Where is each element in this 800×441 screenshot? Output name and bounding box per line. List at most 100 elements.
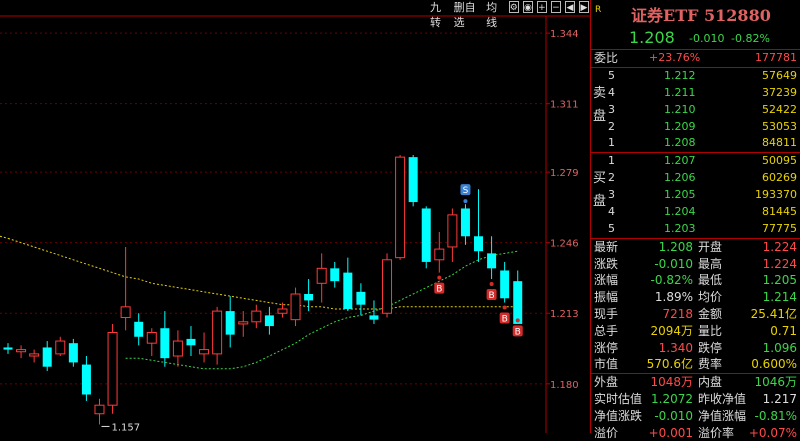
low-annotation-label: 1.157 (111, 422, 140, 433)
y-tick-label: 1.311 (550, 100, 579, 111)
candle-body (487, 253, 497, 269)
bid-row: 3 1.205 193370 (591, 187, 800, 204)
stat-label: 跌停 (698, 340, 723, 355)
candle-body (212, 310, 223, 355)
candle-body (382, 259, 393, 314)
candle-body (186, 338, 196, 346)
stat-label: 最高 (698, 256, 723, 271)
stat-label: 外盘 (594, 375, 619, 390)
ask-volume: 37239 (762, 85, 797, 99)
stat-value: 1.89% (654, 290, 693, 305)
ask-row: 3 1.210 52422 (591, 102, 800, 119)
bid-row: 2 1.206 60269 (591, 170, 800, 187)
ask-volume: 57649 (762, 68, 797, 82)
stat-row: 实时估值 1.2072 昨收净值 1.217 (591, 391, 800, 408)
ask-row: 2 1.209 53053 (591, 119, 800, 136)
buy-marker-dot (489, 282, 494, 287)
weibi-diff: 177781 (755, 51, 797, 64)
ma-yellow-lead (0, 235, 9, 239)
zoom-in-icon[interactable]: + (536, 1, 547, 13)
candle-body (251, 310, 262, 323)
candle-body (172, 340, 183, 357)
ask-level: 2 (608, 119, 615, 133)
security-title: 证券ETF 512880 (631, 6, 771, 25)
buy-marker-label: B (488, 291, 494, 301)
stat-value: 0.600% (751, 357, 797, 372)
candle-body (304, 294, 314, 301)
stat-label: 净值涨跌 (594, 408, 643, 423)
stat-label: 现手 (594, 306, 619, 321)
scroll-left-icon[interactable]: ◀ (564, 1, 575, 13)
candle-body (434, 248, 445, 261)
candle-body (225, 311, 235, 335)
remove-watchlist-button[interactable]: 删自选 (452, 0, 482, 29)
buy-marker-label: B (436, 285, 442, 295)
scroll-right-icon[interactable]: ▶ (579, 1, 590, 13)
stat-row: 净值涨跌 -0.010 净值涨幅 -0.81% (591, 408, 800, 425)
ask-price: 1.208 (664, 136, 696, 150)
ask-level: 1 (608, 136, 615, 150)
stat-value: 25.41亿 (750, 306, 797, 321)
stat-value: 1046万 (754, 375, 797, 390)
stat-row: 市值 570.6亿 费率 0.600% (591, 356, 800, 375)
stat-label: 费率 (698, 357, 723, 372)
candle-body (3, 347, 13, 350)
ask-level: 4 (608, 85, 615, 99)
stat-value: 1.2072 (651, 391, 693, 406)
stat-value: -0.82% (650, 273, 693, 288)
stat-row: 涨跌 -0.010 最高 1.224 (591, 256, 800, 273)
chart-canvas[interactable]: 1.3441.3111.2791.2461.2131.1801.157SBBBB (0, 0, 590, 433)
settings-icon[interactable]: ⚙ (508, 1, 519, 13)
r-mark: R (595, 5, 602, 15)
stat-label: 涨停 (594, 340, 619, 355)
stat-value: -0.010 (654, 408, 693, 423)
bid-price: 1.203 (664, 221, 696, 235)
candle-body (290, 293, 301, 321)
price-change: -0.010 (689, 32, 725, 45)
bid-price: 1.206 (664, 171, 696, 185)
candle-body (460, 208, 470, 237)
stat-label: 量比 (698, 323, 723, 338)
bid-book: 买 盘 1 1.207 50095 2 1.206 60269 3 1.205 193370 4 1… (591, 153, 800, 239)
stat-row: 总手 2094万 量比 0.71 (591, 323, 800, 340)
candle-body (68, 343, 78, 363)
candle-body (94, 404, 105, 415)
candle-body (16, 349, 27, 353)
stat-label: 总手 (594, 323, 619, 338)
ask-level: 3 (608, 102, 615, 116)
stat-value: 1.224 (762, 239, 797, 254)
stat-row: 现手 7218 金额 25.41亿 (591, 306, 800, 323)
stat-value: 1048万 (650, 375, 693, 390)
candle-body (316, 267, 327, 284)
candle-body (160, 328, 170, 359)
candle-body (134, 321, 144, 337)
zoom-out-icon[interactable]: − (550, 1, 561, 13)
moving-average-button[interactable]: 均线 (484, 0, 506, 29)
candlestick-chart[interactable]: 1.344 1.311 1.279 1.246 1.213 1.180 1.157 S B B B B… (0, 0, 590, 433)
candle-body (81, 364, 91, 395)
stat-label: 涨幅 (594, 273, 619, 288)
ask-volume: 52422 (762, 102, 797, 116)
stat-value: 1.208 (658, 239, 693, 254)
buy-marker-dot (515, 318, 520, 323)
stat-row: 振幅 1.89% 均价 1.214 (591, 289, 800, 306)
stat-row: 最新 1.208 开盘 1.224 (591, 239, 800, 256)
candle-body (29, 353, 40, 357)
y-tick-label: 1.279 (550, 168, 579, 179)
bid-volume: 81445 (762, 205, 797, 219)
candle-body (55, 340, 66, 355)
stat-label: 金额 (698, 306, 723, 321)
candle-body (238, 321, 249, 325)
bid-level: 1 (608, 154, 615, 168)
ask-row: 5 1.212 57649 (591, 68, 800, 85)
jiuzhuan-button[interactable]: 九转 (428, 0, 450, 29)
ask-book: 卖 盘 5 1.212 57649 4 1.211 37239 3 1.210 52422 2 1.… (591, 68, 800, 154)
eye-icon[interactable]: ◉ (522, 1, 533, 13)
bid-volume: 77775 (762, 221, 797, 235)
stat-label: 最低 (698, 273, 723, 288)
weibi-row: 委比 +23.76% 177781 (591, 50, 800, 68)
last-price: 1.208 (629, 28, 675, 47)
stat-value: 1.214 (762, 290, 797, 305)
title-row: R 证券ETF 512880 (591, 0, 800, 25)
ask-level: 5 (608, 68, 615, 82)
